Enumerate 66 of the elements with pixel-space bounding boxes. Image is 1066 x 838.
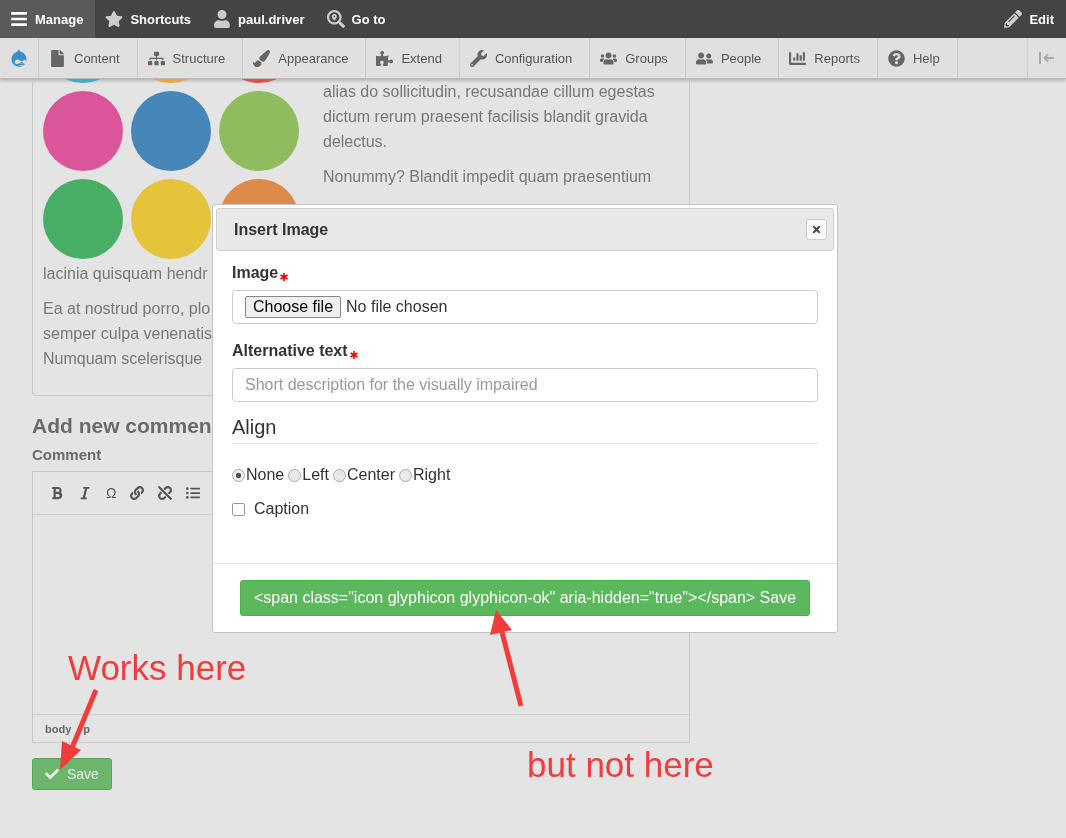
menu-icon [253, 49, 271, 67]
admin-menu-item[interactable]: Content [39, 38, 138, 78]
collapse-icon[interactable] [1039, 52, 1055, 64]
radio-button[interactable] [232, 468, 245, 482]
file-status: No file chosen [346, 298, 448, 316]
article-text: Ea at nostrud porro, plo [43, 299, 211, 319]
list-icon [186, 486, 201, 500]
radio-label[interactable]: Right [412, 466, 451, 484]
choose-file-button[interactable]: Choose file [245, 296, 342, 318]
radio-button[interactable] [332, 468, 346, 482]
alt-text-input[interactable]: Short description for the visually impaired [232, 368, 818, 402]
radio-label[interactable]: None [246, 466, 285, 484]
toolbar-icon [10, 10, 28, 28]
close-button[interactable] [806, 219, 827, 240]
toolbar-icon [213, 10, 232, 28]
pencil-icon [1004, 10, 1023, 28]
unlink-icon [158, 486, 173, 500]
menu-icon [376, 49, 394, 67]
menu-icon [789, 49, 807, 67]
radio-label[interactable]: Center [346, 466, 395, 484]
toolbar-tab[interactable]: Shortcuts [95, 0, 204, 38]
admin-menu-item[interactable]: People [685, 38, 780, 78]
align-legend: Align [232, 416, 818, 444]
admin-menu-item[interactable]: Reports [779, 38, 878, 78]
toolbar-icon [105, 10, 124, 28]
link-icon [130, 486, 145, 500]
checkbox-label[interactable]: Caption [254, 500, 310, 518]
edit-link[interactable]: Edit [994, 0, 1066, 38]
admin-menu-item[interactable]: Structure [137, 38, 244, 78]
admin-menu-item[interactable]: Extend [366, 38, 460, 78]
radio-button[interactable] [288, 468, 302, 482]
toolbar-tab[interactable]: paul.driver [203, 0, 317, 38]
element-path-item[interactable]: body [45, 722, 72, 735]
toolbar-tab[interactable]: Go to [316, 0, 398, 38]
bold-icon [50, 486, 64, 500]
toolbar-icon [326, 10, 345, 28]
menu-icon [469, 49, 487, 67]
menu-icon [887, 49, 905, 67]
menu-icon [49, 49, 66, 67]
close-icon [811, 224, 822, 235]
annotation-text: Works here [68, 650, 247, 685]
article-text: lacinia quisquam hendr [43, 264, 208, 284]
article-paragraph: Nonummy? Blandit impedit quam praesentium [322, 167, 653, 187]
article-text: Numquam scelerisque [43, 349, 203, 369]
file-input[interactable]: Choose file No file chosen [232, 290, 818, 324]
checkbox[interactable] [232, 502, 245, 516]
annotation-text: but not here [527, 747, 714, 782]
admin-menu-item[interactable]: Appearance [243, 38, 367, 78]
italic-icon [78, 486, 92, 500]
menu-icon [147, 49, 165, 67]
toolbar-tab[interactable]: Manage [0, 0, 96, 38]
admin-menu-item[interactable]: Help [877, 38, 958, 78]
check-icon [45, 767, 59, 781]
field-label: Alternative text [232, 342, 348, 360]
admin-menu-item[interactable]: Groups [590, 38, 686, 78]
radio-label[interactable]: Left [302, 466, 329, 484]
special-character-button[interactable]: Ω [106, 485, 117, 501]
admin-menu-item[interactable]: Configuration [459, 38, 591, 78]
field-label: Image [232, 264, 279, 282]
dialog-title: Insert Image [234, 220, 329, 239]
article-paragraph: alias do sollicitudin, recusandae cillum egestas dictum rerum praesent facilisis blandit gravida delectus. [322, 82, 656, 152]
field-label: Comment [32, 446, 103, 463]
element-path-item[interactable]: p [83, 722, 90, 735]
article-text: semper culpa venenatis [43, 324, 212, 344]
section-heading: Add new commen [32, 414, 212, 438]
radio-button[interactable] [398, 468, 412, 482]
